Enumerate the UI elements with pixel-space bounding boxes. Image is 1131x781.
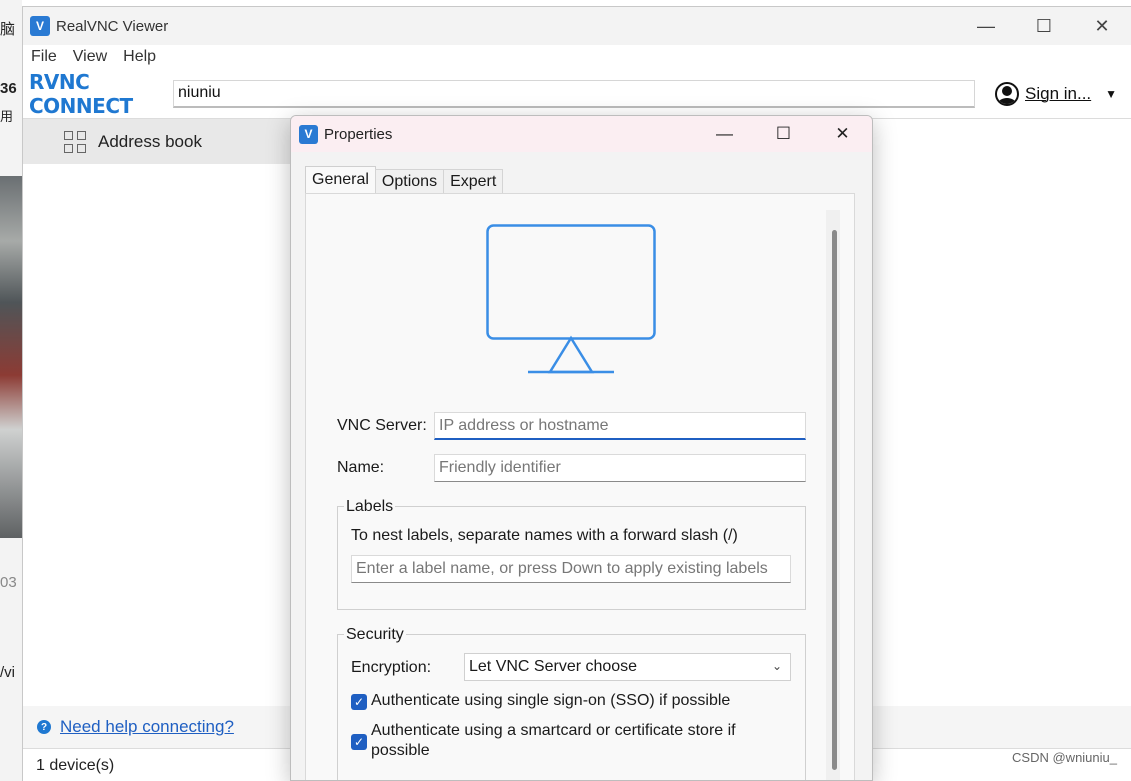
name-input[interactable]: Friendly identifier bbox=[434, 454, 806, 482]
encryption-label: Encryption: bbox=[351, 659, 432, 676]
encryption-select[interactable]: Let VNC Server choose ⌄ bbox=[464, 653, 791, 681]
smartcard-checkbox-label[interactable]: Authenticate using a smartcard or certif… bbox=[371, 721, 781, 761]
sso-checkbox-label[interactable]: Authenticate using single sign-on (SSO) … bbox=[371, 691, 791, 711]
realvnc-app-icon: V bbox=[299, 124, 318, 144]
title-bar[interactable]: V RealVNC Viewer — ☐ ✕ bbox=[23, 7, 1131, 45]
sidebar-item-address-book[interactable]: Address book bbox=[23, 119, 291, 164]
name-label: Name: bbox=[337, 459, 385, 476]
monitor-icon bbox=[486, 224, 656, 374]
vnc-connect-logo: RVNC CONNECT bbox=[29, 69, 133, 118]
encryption-select-value: Let VNC Server choose bbox=[469, 658, 638, 675]
vnc-server-input[interactable]: IP address or hostname bbox=[434, 412, 806, 440]
need-help-link[interactable]: Need help connecting? bbox=[60, 717, 234, 737]
menu-help[interactable]: Help bbox=[115, 48, 164, 66]
properties-dialog: V Properties — ☐ ✕ General Options Exper… bbox=[290, 115, 873, 781]
menu-view[interactable]: View bbox=[65, 48, 115, 66]
chevron-down-icon[interactable]: ▼ bbox=[1105, 87, 1117, 101]
background-app: 脑 36 用 03 /vi bbox=[0, 0, 22, 781]
dialog-controls: — ☐ ✕ bbox=[695, 116, 872, 152]
tab-general[interactable]: General bbox=[305, 166, 376, 194]
dialog-title-bar[interactable]: V Properties — ☐ ✕ bbox=[291, 116, 872, 152]
device-count: 1 device(s) bbox=[36, 756, 115, 774]
tab-options[interactable]: Options bbox=[374, 169, 445, 194]
background-image bbox=[0, 176, 22, 538]
tab-bar: General Options Expert bbox=[305, 166, 504, 194]
maximize-button[interactable]: ☐ bbox=[754, 116, 813, 152]
user-avatar-icon bbox=[995, 81, 1019, 106]
watermark: CSDN @wniuniu_ bbox=[1012, 750, 1117, 765]
close-button[interactable]: ✕ bbox=[1073, 7, 1131, 45]
grid-icon bbox=[64, 130, 86, 153]
vnc-server-label: VNC Server: bbox=[337, 417, 427, 434]
background-text: 36 bbox=[0, 80, 17, 97]
toolbar: RVNC CONNECT Sign in... ▼ bbox=[23, 69, 1131, 119]
background-text: 用 bbox=[0, 109, 14, 124]
window-controls: — ☐ ✕ bbox=[957, 7, 1131, 45]
sign-in-button[interactable]: Sign in... ▼ bbox=[995, 81, 1117, 106]
scrollbar[interactable] bbox=[826, 210, 840, 780]
background-text: /vi bbox=[0, 664, 15, 681]
realvnc-app-icon: V bbox=[30, 16, 50, 36]
minimize-button[interactable]: — bbox=[957, 7, 1015, 45]
sidebar-item-label: Address book bbox=[98, 131, 202, 151]
sign-in-label: Sign in... bbox=[1025, 83, 1092, 103]
close-button[interactable]: ✕ bbox=[813, 116, 872, 152]
background-text: 03 bbox=[0, 574, 17, 591]
search-input[interactable] bbox=[173, 79, 975, 108]
background-text: 脑 bbox=[0, 21, 16, 38]
window-title: RealVNC Viewer bbox=[56, 17, 169, 35]
smartcard-checkbox[interactable]: ✓ bbox=[351, 734, 367, 750]
tab-expert[interactable]: Expert bbox=[443, 169, 504, 194]
menu-file[interactable]: File bbox=[23, 48, 65, 66]
labels-group-title: Labels bbox=[344, 498, 396, 516]
sso-checkbox[interactable]: ✓ bbox=[351, 694, 367, 710]
scrollbar-thumb[interactable] bbox=[832, 230, 837, 770]
menu-bar: File View Help bbox=[23, 45, 1131, 69]
chevron-down-icon: ⌄ bbox=[771, 659, 782, 673]
minimize-button[interactable]: — bbox=[695, 116, 754, 152]
security-group-title: Security bbox=[344, 626, 406, 644]
labels-hint: To nest labels, separate names with a fo… bbox=[351, 527, 738, 544]
label-input[interactable]: Enter a label name, or press Down to app… bbox=[351, 555, 791, 583]
maximize-button[interactable]: ☐ bbox=[1015, 7, 1073, 45]
sidebar: Address book bbox=[23, 119, 291, 705]
general-tab-panel: VNC Server: IP address or hostname Name:… bbox=[305, 193, 855, 780]
help-icon: ? bbox=[37, 720, 51, 734]
dialog-title: Properties bbox=[324, 125, 393, 143]
